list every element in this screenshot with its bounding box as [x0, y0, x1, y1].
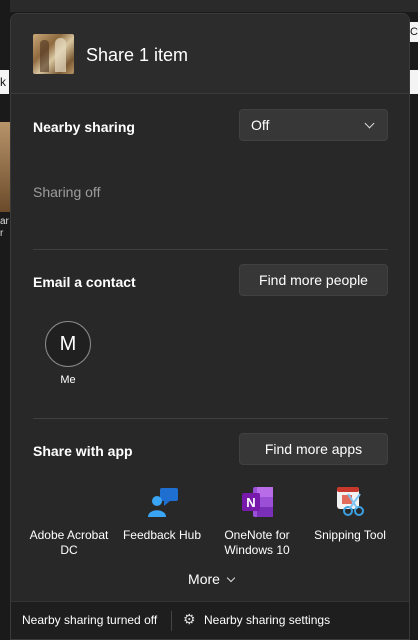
more-apps-button[interactable]: More	[11, 571, 409, 587]
background-thumbnail	[0, 122, 10, 212]
nearby-sharing-label: Nearby sharing	[33, 119, 135, 135]
find-more-apps-button[interactable]: Find more apps	[239, 433, 388, 465]
background-thumbnail-caption: ar r	[0, 216, 9, 239]
find-more-people-button[interactable]: Find more people	[239, 264, 388, 296]
divider	[33, 418, 388, 419]
app-adobe-acrobat[interactable]: Adobe Acrobat DC	[21, 486, 117, 558]
background-window-top	[0, 0, 418, 12]
background-field-right: C	[410, 22, 418, 42]
app-label: Feedback Hub	[122, 528, 202, 542]
share-panel: Share 1 item Nearby sharing Off Sharing …	[10, 13, 410, 640]
contact-name: Me	[60, 374, 76, 386]
share-with-app-label: Share with app	[33, 443, 133, 459]
shared-item-thumbnail	[33, 34, 74, 74]
nearby-sharing-status: Nearby sharing turned off	[22, 613, 158, 627]
feedback-hub-icon	[146, 486, 178, 518]
share-footer: Nearby sharing turned off ⚙ Nearby shari…	[11, 601, 409, 639]
snipping-tool-icon	[334, 486, 366, 518]
background-field-right-2	[410, 70, 418, 94]
nearby-sharing-settings-link[interactable]: Nearby sharing settings	[204, 613, 330, 627]
footer-divider	[171, 611, 172, 631]
background-window	[0, 0, 10, 640]
nearby-sharing-dropdown[interactable]: Off	[239, 109, 388, 141]
nearby-sharing-value: Off	[251, 117, 270, 133]
more-label: More	[188, 571, 220, 587]
divider	[33, 249, 388, 250]
app-feedback-hub[interactable]: Feedback Hub	[114, 486, 210, 543]
chevron-down-icon	[226, 573, 236, 583]
app-label: Adobe Acrobat DC	[29, 528, 109, 557]
share-title: Share 1 item	[86, 45, 189, 65]
app-snipping-tool[interactable]: Snipping Tool	[302, 486, 398, 543]
chevron-down-icon	[364, 118, 375, 129]
share-header: Share 1 item	[11, 14, 409, 94]
adobe-acrobat-icon	[53, 486, 85, 518]
sharing-status: Sharing off	[33, 184, 101, 200]
contact-avatar[interactable]: M	[45, 321, 91, 367]
svg-text:N: N	[246, 495, 255, 510]
email-contact-label: Email a contact	[33, 274, 136, 290]
background-field: k	[0, 70, 9, 94]
onenote-icon: N	[241, 486, 273, 518]
gear-icon[interactable]: ⚙	[183, 611, 196, 628]
app-label: Snipping Tool	[314, 528, 386, 542]
app-label: OneNote for Windows 10	[224, 528, 290, 557]
app-onenote[interactable]: N OneNote for Windows 10	[209, 486, 305, 558]
